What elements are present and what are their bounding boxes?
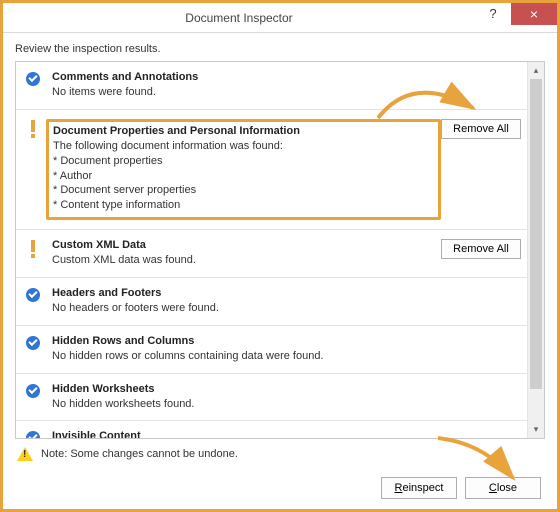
warning-triangle-icon — [17, 447, 33, 461]
section-desc: No headers or footers were found. — [52, 301, 521, 316]
exclamation-warn-icon — [26, 120, 44, 220]
note-row: Note: Some changes cannot be undone. — [15, 439, 545, 467]
found-item: * Document properties — [53, 154, 434, 169]
help-button[interactable]: ? — [475, 3, 511, 25]
section-comments: Comments and Annotations No items were f… — [16, 62, 527, 110]
check-ok-icon — [26, 336, 44, 364]
check-ok-icon — [26, 384, 44, 412]
instruction-text: Review the inspection results. — [15, 43, 545, 55]
section-title: Headers and Footers — [52, 287, 521, 299]
exclamation-warn-icon — [26, 240, 44, 268]
section-hidden-rows-cols: Hidden Rows and Columns No hidden rows o… — [16, 326, 527, 374]
section-custom-xml: Custom XML Data Custom XML data was foun… — [16, 230, 527, 278]
note-text: Note: Some changes cannot be undone. — [41, 448, 238, 460]
section-title: Hidden Rows and Columns — [52, 335, 521, 347]
close-button[interactable]: Close — [465, 477, 541, 499]
section-title: Custom XML Data — [52, 239, 441, 251]
remove-all-button[interactable]: Remove All — [441, 239, 521, 259]
check-ok-icon — [26, 72, 44, 100]
scrollbar-vertical[interactable]: ▴ ▾ — [527, 62, 544, 438]
scroll-down-icon[interactable]: ▾ — [528, 421, 544, 438]
section-desc: Custom XML data was found. — [52, 253, 441, 268]
section-title: Document Properties and Personal Informa… — [53, 125, 434, 137]
section-desc: The following document information was f… — [53, 139, 434, 213]
window-title: Document Inspector — [3, 11, 475, 25]
close-window-button[interactable]: × — [511, 3, 557, 25]
title-bar: Document Inspector ? × — [3, 3, 557, 33]
section-headers-footers: Headers and Footers No headers or footer… — [16, 278, 527, 326]
results-list: Comments and Annotations No items were f… — [15, 61, 545, 439]
reinspect-button[interactable]: Reinspect — [381, 477, 457, 499]
found-item: * Document server properties — [53, 183, 434, 198]
section-title: Hidden Worksheets — [52, 383, 521, 395]
section-doc-properties: Document Properties and Personal Informa… — [16, 110, 527, 230]
check-ok-icon — [26, 431, 44, 438]
dialog-window: Document Inspector ? × Review the inspec… — [0, 0, 560, 512]
dialog-footer: Reinspect Close — [381, 477, 541, 499]
found-item: * Content type information — [53, 198, 434, 213]
remove-all-button[interactable]: Remove All — [441, 119, 521, 139]
section-desc: No hidden worksheets found. — [52, 397, 521, 412]
found-item: * Author — [53, 169, 434, 184]
section-desc: No items were found. — [52, 85, 521, 100]
desc-intro: The following document information was f… — [53, 140, 283, 152]
scroll-up-icon[interactable]: ▴ — [528, 62, 544, 79]
section-title: Invisible Content — [52, 430, 521, 438]
scrollbar-thumb[interactable] — [530, 79, 542, 389]
section-desc: No hidden rows or columns containing dat… — [52, 349, 521, 364]
check-ok-icon — [26, 288, 44, 316]
highlight-callout: Document Properties and Personal Informa… — [46, 119, 441, 220]
section-title: Comments and Annotations — [52, 71, 521, 83]
section-invisible-content: Invisible Content — [16, 421, 527, 438]
section-hidden-worksheets: Hidden Worksheets No hidden worksheets f… — [16, 374, 527, 422]
